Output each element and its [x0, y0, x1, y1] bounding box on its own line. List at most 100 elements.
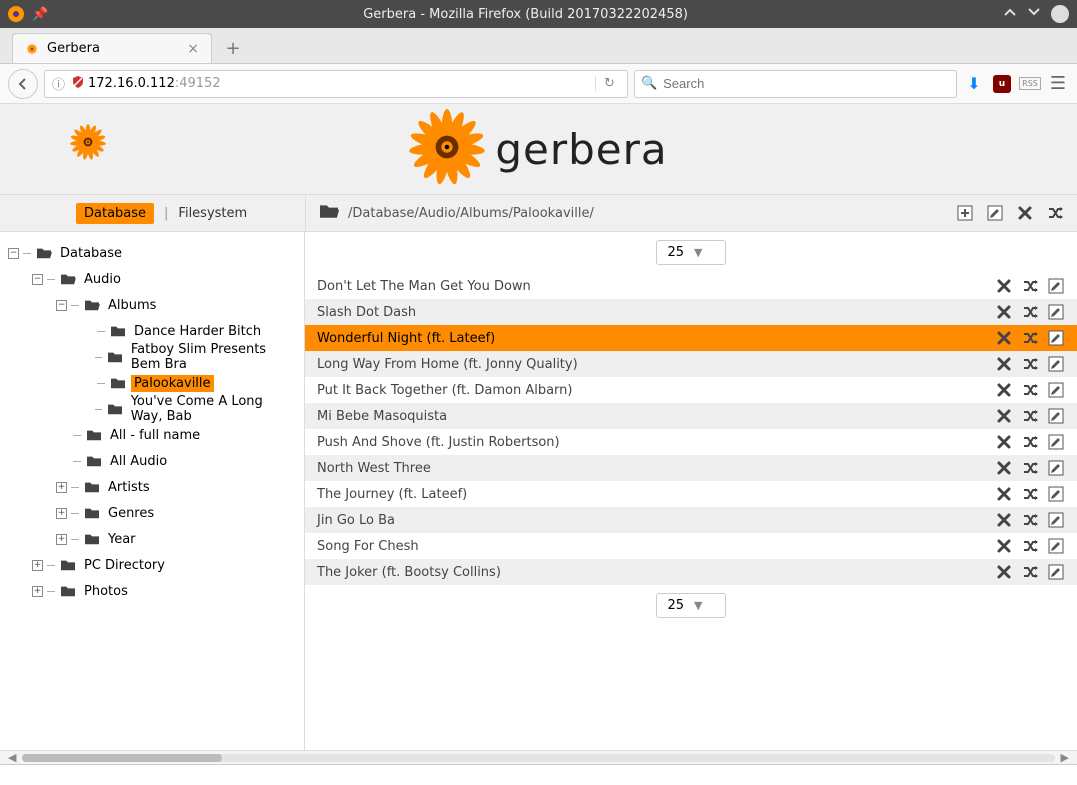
- tree-node-label[interactable]: Dance Harder Bitch: [131, 323, 264, 340]
- tree-node-label[interactable]: Genres: [105, 505, 157, 522]
- ublock-button[interactable]: u: [991, 73, 1013, 95]
- tree-node[interactable]: Fatboy Slim Presents Bem Bra: [4, 344, 300, 370]
- delete-button[interactable]: [995, 381, 1013, 399]
- item-row[interactable]: Long Way From Home (ft. Jonny Quality): [305, 351, 1077, 377]
- scroll-track[interactable]: [22, 754, 1054, 762]
- delete-button[interactable]: [995, 563, 1013, 581]
- menu-button[interactable]: ☰: [1047, 73, 1069, 95]
- tree-node[interactable]: + Photos: [4, 578, 300, 604]
- edit-button[interactable]: [1047, 537, 1065, 555]
- edit-button[interactable]: [1047, 355, 1065, 373]
- edit-button[interactable]: [1047, 277, 1065, 295]
- shuffle-button[interactable]: [1021, 329, 1039, 347]
- edit-button[interactable]: [1047, 485, 1065, 503]
- item-row[interactable]: Put It Back Together (ft. Damon Albarn): [305, 377, 1077, 403]
- tree-node-label[interactable]: All Audio: [107, 453, 170, 470]
- minimize-button[interactable]: [1003, 5, 1017, 23]
- shuffle-all-button[interactable]: [1045, 203, 1065, 223]
- shuffle-button[interactable]: [1021, 433, 1039, 451]
- tree-node[interactable]: − Audio: [4, 266, 300, 292]
- tree-node-label[interactable]: Audio: [81, 271, 124, 288]
- edit-button[interactable]: [1047, 563, 1065, 581]
- search-input[interactable]: [663, 76, 950, 91]
- tree-node-label[interactable]: You've Come A Long Way, Bab: [128, 393, 300, 425]
- item-row[interactable]: Push And Shove (ft. Justin Robertson): [305, 429, 1077, 455]
- item-row[interactable]: Don't Let The Man Get You Down: [305, 273, 1077, 299]
- delete-button[interactable]: [995, 303, 1013, 321]
- item-row[interactable]: Slash Dot Dash: [305, 299, 1077, 325]
- shuffle-button[interactable]: [1021, 511, 1039, 529]
- delete-button[interactable]: [995, 537, 1013, 555]
- tree-node[interactable]: − Albums: [4, 292, 300, 318]
- expand-icon[interactable]: +: [32, 586, 43, 597]
- tree-node[interactable]: All - full name: [4, 422, 300, 448]
- delete-button[interactable]: [995, 355, 1013, 373]
- tree-node-label[interactable]: PC Directory: [81, 557, 168, 574]
- item-row[interactable]: The Journey (ft. Lateef): [305, 481, 1077, 507]
- url-input[interactable]: [221, 76, 595, 91]
- close-button[interactable]: ✕: [1051, 5, 1069, 23]
- delete-button[interactable]: [995, 433, 1013, 451]
- edit-button[interactable]: [1047, 329, 1065, 347]
- scroll-right-button[interactable]: ▶: [1061, 751, 1069, 764]
- edit-button[interactable]: [1047, 381, 1065, 399]
- tree-node-label[interactable]: Fatboy Slim Presents Bem Bra: [128, 341, 300, 373]
- delete-item-button[interactable]: [1015, 203, 1035, 223]
- site-info-icon[interactable]: ⓘ: [52, 74, 65, 93]
- item-row[interactable]: The Joker (ft. Bootsy Collins): [305, 559, 1077, 585]
- delete-button[interactable]: [995, 485, 1013, 503]
- tree-node[interactable]: You've Come A Long Way, Bab: [4, 396, 300, 422]
- nav-filesystem-link[interactable]: Filesystem: [178, 206, 247, 221]
- expand-icon[interactable]: +: [32, 560, 43, 571]
- browser-tab[interactable]: Gerbera ×: [12, 33, 212, 63]
- edit-item-button[interactable]: [985, 203, 1005, 223]
- delete-button[interactable]: [995, 329, 1013, 347]
- collapse-icon[interactable]: −: [32, 274, 43, 285]
- collapse-icon[interactable]: −: [8, 248, 19, 259]
- tree-node-label[interactable]: Photos: [81, 583, 131, 600]
- edit-button[interactable]: [1047, 511, 1065, 529]
- scroll-left-button[interactable]: ◀: [8, 751, 16, 764]
- tree-node-label[interactable]: Artists: [105, 479, 153, 496]
- tree-node[interactable]: + Year: [4, 526, 300, 552]
- shuffle-button[interactable]: [1021, 537, 1039, 555]
- expand-icon[interactable]: +: [56, 508, 67, 519]
- edit-button[interactable]: [1047, 459, 1065, 477]
- tree-node-label[interactable]: Year: [105, 531, 139, 548]
- tree-node[interactable]: − Database: [4, 240, 300, 266]
- tab-close-button[interactable]: ×: [187, 41, 199, 57]
- reload-button[interactable]: ↻: [595, 76, 623, 91]
- rss-button[interactable]: RSS: [1019, 73, 1041, 95]
- delete-button[interactable]: [995, 511, 1013, 529]
- tree-node[interactable]: All Audio: [4, 448, 300, 474]
- item-row[interactable]: Mi Bebe Masoquista: [305, 403, 1077, 429]
- nav-database-button[interactable]: Database: [76, 203, 154, 224]
- address-bar[interactable]: ⓘ 172.16.0.112:49152 ↻: [44, 70, 628, 98]
- item-row[interactable]: Song For Chesh: [305, 533, 1077, 559]
- item-row[interactable]: Jin Go Lo Ba: [305, 507, 1077, 533]
- tree-node[interactable]: +Artists: [4, 474, 300, 500]
- tracking-protection-icon[interactable]: [71, 75, 85, 92]
- shuffle-button[interactable]: [1021, 563, 1039, 581]
- maximize-button[interactable]: [1027, 5, 1041, 23]
- tree-node-label[interactable]: Albums: [105, 297, 159, 314]
- tree-node-label[interactable]: Database: [57, 245, 125, 262]
- items-per-page-select-bottom[interactable]: 25 ▼: [656, 593, 725, 618]
- edit-button[interactable]: [1047, 303, 1065, 321]
- shuffle-button[interactable]: [1021, 355, 1039, 373]
- expand-icon[interactable]: +: [56, 534, 67, 545]
- shuffle-button[interactable]: [1021, 407, 1039, 425]
- shuffle-button[interactable]: [1021, 303, 1039, 321]
- shuffle-button[interactable]: [1021, 277, 1039, 295]
- collapse-icon[interactable]: −: [56, 300, 67, 311]
- pin-icon[interactable]: 📌: [32, 7, 48, 22]
- shuffle-button[interactable]: [1021, 459, 1039, 477]
- shuffle-button[interactable]: [1021, 485, 1039, 503]
- delete-button[interactable]: [995, 277, 1013, 295]
- scroll-thumb[interactable]: [22, 754, 222, 762]
- tree-node[interactable]: + Genres: [4, 500, 300, 526]
- new-tab-button[interactable]: +: [218, 38, 248, 59]
- items-per-page-select[interactable]: 25 ▼: [656, 240, 725, 265]
- edit-button[interactable]: [1047, 433, 1065, 451]
- tree-node[interactable]: + PC Directory: [4, 552, 300, 578]
